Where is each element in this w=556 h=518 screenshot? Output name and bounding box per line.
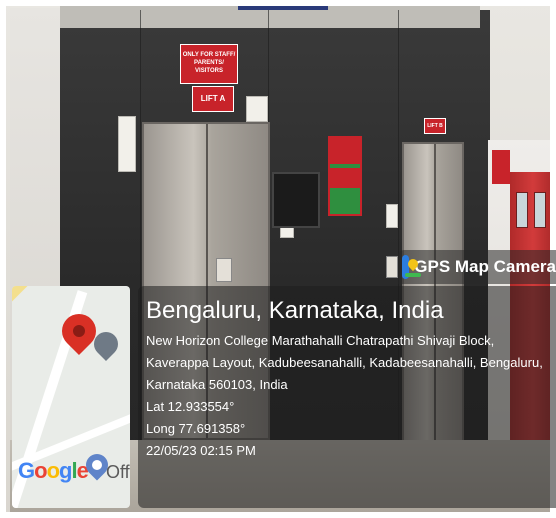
- notice-paper: [246, 96, 268, 122]
- wall-panel: [118, 116, 136, 172]
- fire-exit-sign: [328, 136, 362, 216]
- map-logo-suffix: Off: [106, 462, 130, 482]
- staff-visitors-sign: ONLY FOR STAFF/ PARENTS/ VISITORS: [180, 44, 238, 84]
- app-name: GPS Map Camera: [414, 257, 556, 276]
- display-screen: [272, 172, 320, 228]
- map-road-highway: [12, 286, 118, 309]
- lift-call-button: [216, 258, 232, 282]
- longitude-text: Long 77.691358°: [146, 421, 246, 436]
- corridor-red-sign: [492, 150, 510, 184]
- door-window: [516, 192, 528, 228]
- datetime-text: 22/05/23 02:15 PM: [146, 443, 256, 458]
- ceiling-blue-banner: [238, 0, 328, 10]
- latitude-text: Lat 12.933554°: [146, 399, 235, 414]
- gps-app-badge: GPS Map Camera: [398, 250, 556, 284]
- lift-b-sign: LIFT B: [424, 118, 446, 134]
- fire-sign-header: [330, 138, 360, 164]
- fire-sign-warning: [330, 168, 360, 188]
- notice-paper: [386, 204, 398, 228]
- map-thumbnail: Google Off: [12, 286, 130, 508]
- location-info-panel: Bengaluru, Karnataka, India New Horizon …: [138, 286, 556, 508]
- lift-a-sign: LIFT A: [192, 86, 234, 112]
- location-title: Bengaluru, Karnataka, India: [146, 297, 444, 324]
- gps-map-camera-icon: [402, 255, 422, 279]
- address-text: New Horizon College Marathahalli Chatrap…: [146, 333, 543, 392]
- lift-call-button: [386, 256, 398, 278]
- door-window: [534, 192, 546, 228]
- google-logo: Google: [18, 458, 89, 483]
